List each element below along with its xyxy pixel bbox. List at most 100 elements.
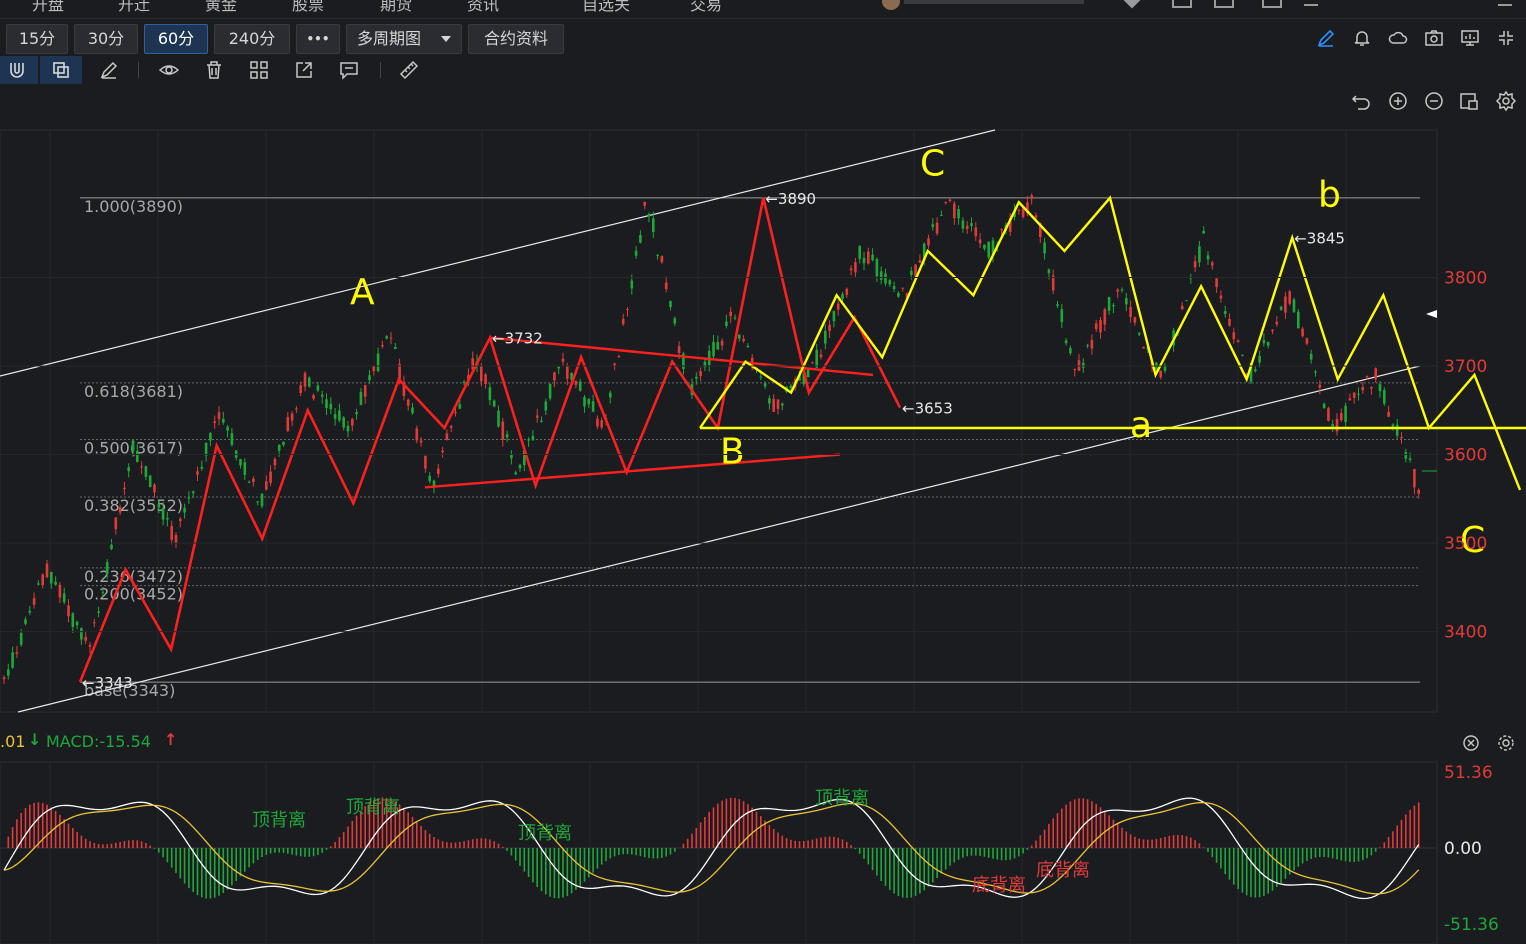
fullscreen-icon[interactable] xyxy=(1496,28,1516,48)
top-menu-item[interactable]: 开盘 xyxy=(32,0,64,15)
top-menu-item[interactable]: 自选关 xyxy=(582,0,630,15)
undo-icon[interactable] xyxy=(1350,90,1372,112)
candle-body xyxy=(441,450,444,453)
candle-body xyxy=(2,677,6,680)
window-icon[interactable] xyxy=(1214,0,1234,8)
price-chart[interactable]: 1.000(3890)0.618(3681)0.500(3617)0.382(3… xyxy=(0,118,1526,718)
candle-body xyxy=(101,591,105,593)
draw-pen-icon[interactable] xyxy=(98,59,120,81)
zoom-in-icon[interactable] xyxy=(1387,90,1409,112)
candle-body xyxy=(415,428,419,441)
candle-body xyxy=(1116,289,1119,292)
candle-body xyxy=(1297,311,1300,329)
pen-icon[interactable] xyxy=(1316,28,1336,48)
candle-body xyxy=(527,439,530,441)
comment-icon[interactable] xyxy=(338,59,360,81)
candle-body xyxy=(832,311,836,322)
period-60min-button[interactable]: 60分 xyxy=(144,24,208,54)
candle-body xyxy=(376,353,380,372)
candle-body xyxy=(45,563,49,578)
candle-body xyxy=(875,258,879,277)
trash-icon[interactable] xyxy=(203,59,225,81)
arrow-up-icon: ↑ xyxy=(164,730,178,749)
candle-body xyxy=(1073,368,1076,370)
top-menu-item[interactable]: 黄金 xyxy=(205,0,237,15)
candle-body xyxy=(239,459,242,466)
candle-body xyxy=(574,380,578,385)
close-panel-icon[interactable] xyxy=(1462,734,1480,752)
top-menu-item[interactable]: 期货 xyxy=(380,0,412,15)
multi-period-dropdown[interactable]: 多周期图 xyxy=(346,24,462,54)
candle-body xyxy=(286,417,290,431)
top-menu-item[interactable]: 股票 xyxy=(292,0,324,15)
external-link-icon[interactable] xyxy=(293,59,315,81)
period-240min-button[interactable]: 240分 xyxy=(214,24,290,54)
candle-body xyxy=(1043,242,1046,254)
candle-body xyxy=(561,358,565,362)
chart-tools xyxy=(0,88,1526,114)
more-periods-button[interactable]: ••• xyxy=(296,24,340,54)
candle-body xyxy=(862,257,866,264)
grid-icon[interactable] xyxy=(1172,0,1192,8)
candle-body xyxy=(712,341,715,357)
candle-body xyxy=(58,584,62,598)
candle-body xyxy=(600,420,603,428)
candle-body xyxy=(333,414,337,419)
macd-chart[interactable]: 顶背离顶背离顶背离顶背离底背离底背离 51.360.00-51.36 xyxy=(0,756,1526,944)
layout-icon[interactable] xyxy=(1458,90,1480,112)
candle-body xyxy=(1292,299,1296,312)
camera-icon[interactable] xyxy=(1424,28,1444,48)
grid-layout-icon[interactable] xyxy=(248,59,270,81)
macd-header: .01 ↓ MACD:-15.54 ↑ xyxy=(0,730,1526,754)
candle-body xyxy=(983,244,986,249)
candle-body xyxy=(144,466,148,477)
divergence-label: 底背离 xyxy=(1036,860,1090,881)
candle-body xyxy=(480,365,483,382)
diamond-icon[interactable] xyxy=(1123,0,1141,9)
candle-body xyxy=(1331,424,1334,427)
top-menu-item[interactable]: 开迁 xyxy=(118,0,150,15)
candle-body xyxy=(363,385,367,397)
candle-body xyxy=(325,399,328,409)
divergence-label: 顶背离 xyxy=(252,810,306,831)
candle-body xyxy=(1034,215,1038,218)
candle-body xyxy=(28,610,32,613)
settings-icon[interactable] xyxy=(1495,90,1517,112)
candle-body xyxy=(695,376,698,379)
panel-settings-icon[interactable] xyxy=(1497,734,1515,752)
minimize-icon[interactable] xyxy=(1304,4,1318,6)
candle-body xyxy=(776,399,780,409)
candle-body xyxy=(1142,346,1145,349)
candle-body xyxy=(1159,370,1162,378)
drawing-toolbar xyxy=(0,56,1526,84)
top-menu-item[interactable]: 资讯 xyxy=(467,0,499,15)
period-30min-button[interactable]: 30分 xyxy=(74,24,138,54)
period-toolbar: 15分 30分 60分 240分 ••• 多周期图 合约资料 xyxy=(0,22,1526,54)
candle-body xyxy=(7,669,10,676)
contract-info-button[interactable]: 合约资料 xyxy=(468,24,564,54)
bell-icon[interactable] xyxy=(1352,28,1372,48)
eye-icon[interactable] xyxy=(158,59,180,81)
candle-body xyxy=(931,224,935,227)
candle-body xyxy=(1129,307,1132,317)
cloud-icon[interactable] xyxy=(1388,28,1408,48)
candle-body xyxy=(1305,338,1309,344)
close-icon[interactable] xyxy=(1498,0,1512,6)
candle-body xyxy=(71,613,75,627)
monitor-icon[interactable] xyxy=(1460,28,1480,48)
zoom-out-icon[interactable] xyxy=(1423,90,1445,112)
candle-body xyxy=(789,385,793,388)
period-15min-button[interactable]: 15分 xyxy=(6,24,68,54)
avatar[interactable] xyxy=(882,0,900,10)
candle-body xyxy=(428,475,431,481)
candle-body xyxy=(746,345,750,348)
candle-body xyxy=(596,418,599,427)
candle-body xyxy=(940,214,943,216)
candle-body xyxy=(587,399,591,405)
fib-level-label: 0.200(3452) xyxy=(84,585,183,604)
candle-body xyxy=(273,458,277,466)
top-menu-item[interactable]: 交易 xyxy=(690,0,722,15)
restore-icon[interactable] xyxy=(1262,0,1282,8)
ruler-icon[interactable] xyxy=(398,59,420,81)
candle-body xyxy=(1017,210,1021,212)
